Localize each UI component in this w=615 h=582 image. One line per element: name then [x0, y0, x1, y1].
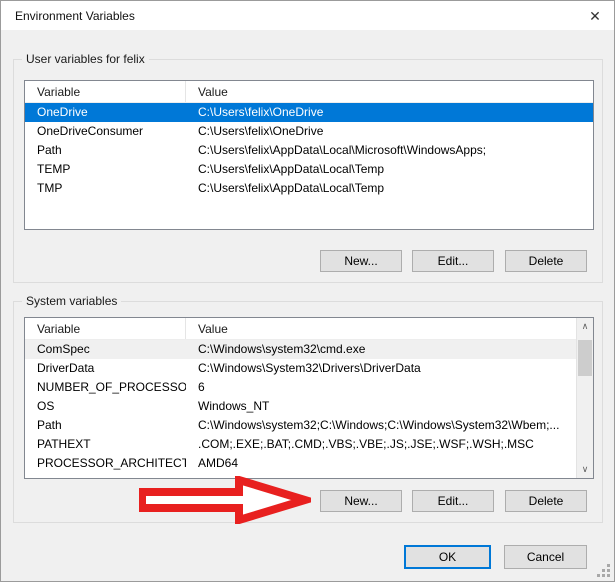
table-row[interactable]: PROCESSOR_ARCHITECTURE AMD64	[25, 454, 576, 473]
system-delete-button[interactable]: Delete	[505, 490, 587, 512]
resize-grip-icon[interactable]	[596, 563, 611, 578]
scroll-down-icon[interactable]: ∨	[577, 461, 593, 478]
column-header-value[interactable]: Value	[186, 318, 576, 339]
cell-value: C:\Users\felix\OneDrive	[186, 103, 593, 122]
cell-variable: NUMBER_OF_PROCESSORS	[25, 378, 186, 397]
vertical-scrollbar[interactable]: ∧ ∨	[576, 318, 593, 478]
table-row[interactable]: OS Windows_NT	[25, 397, 576, 416]
table-row[interactable]: DriverData C:\Windows\System32\Drivers\D…	[25, 359, 576, 378]
cell-value: C:\Users\felix\OneDrive	[186, 122, 593, 141]
cell-variable: PROCESSOR_ARCHITECTURE	[25, 454, 186, 473]
cancel-button[interactable]: Cancel	[504, 545, 587, 569]
column-header-value[interactable]: Value	[186, 81, 593, 102]
system-variables-group: System variables Variable Value ComSpec …	[13, 301, 603, 523]
cell-value: C:\Users\felix\AppData\Local\Microsoft\W…	[186, 141, 593, 160]
cell-value: C:\Windows\system32;C:\Windows;C:\Window…	[186, 416, 576, 435]
table-row[interactable]: PATHEXT .COM;.EXE;.BAT;.CMD;.VBS;.VBE;.J…	[25, 435, 576, 454]
title-bar: Environment Variables ✕	[1, 1, 614, 30]
cell-value: C:\Users\felix\AppData\Local\Temp	[186, 160, 593, 179]
column-header-variable[interactable]: Variable	[25, 81, 186, 102]
cell-variable: OneDrive	[25, 103, 186, 122]
cell-variable: PATHEXT	[25, 435, 186, 454]
cell-value: .COM;.EXE;.BAT;.CMD;.VBS;.VBE;.JS;.JSE;.…	[186, 435, 576, 454]
cell-value: C:\Users\felix\AppData\Local\Temp	[186, 179, 593, 198]
cell-value: C:\Windows\system32\cmd.exe	[186, 340, 576, 359]
scroll-up-icon[interactable]: ∧	[577, 318, 593, 335]
cell-value: AMD64	[186, 454, 576, 473]
user-edit-button[interactable]: Edit...	[412, 250, 494, 272]
ok-button[interactable]: OK	[404, 545, 491, 569]
environment-variables-dialog: Environment Variables ✕ User variables f…	[0, 0, 615, 582]
user-variables-table[interactable]: Variable Value OneDrive C:\Users\felix\O…	[24, 80, 594, 230]
cell-variable: TMP	[25, 179, 186, 198]
window-title: Environment Variables	[15, 9, 135, 23]
system-variables-table[interactable]: Variable Value ComSpec C:\Windows\system…	[24, 317, 594, 479]
cell-value: 6	[186, 378, 576, 397]
user-variables-label: User variables for felix	[22, 52, 149, 66]
user-new-button[interactable]: New...	[320, 250, 402, 272]
cell-value: C:\Windows\System32\Drivers\DriverData	[186, 359, 576, 378]
system-edit-button[interactable]: Edit...	[412, 490, 494, 512]
user-variables-group: User variables for felix Variable Value …	[13, 59, 603, 283]
table-row[interactable]: Path C:\Users\felix\AppData\Local\Micros…	[25, 141, 593, 160]
column-header-variable[interactable]: Variable	[25, 318, 186, 339]
system-variables-label: System variables	[22, 294, 121, 308]
system-new-button[interactable]: New...	[320, 490, 402, 512]
cell-variable: Path	[25, 141, 186, 160]
scrollbar-thumb[interactable]	[578, 340, 592, 376]
cell-variable: OS	[25, 397, 186, 416]
table-row[interactable]: OneDrive C:\Users\felix\OneDrive	[25, 103, 593, 122]
table-row[interactable]: OneDriveConsumer C:\Users\felix\OneDrive	[25, 122, 593, 141]
cell-variable: ComSpec	[25, 340, 186, 359]
table-row[interactable]: Path C:\Windows\system32;C:\Windows;C:\W…	[25, 416, 576, 435]
cell-value: Windows_NT	[186, 397, 576, 416]
cell-variable: TEMP	[25, 160, 186, 179]
table-header: Variable Value	[25, 318, 576, 340]
table-row[interactable]: TEMP C:\Users\felix\AppData\Local\Temp	[25, 160, 593, 179]
table-row[interactable]: ComSpec C:\Windows\system32\cmd.exe	[25, 340, 576, 359]
cell-variable: DriverData	[25, 359, 186, 378]
table-header: Variable Value	[25, 81, 593, 103]
user-delete-button[interactable]: Delete	[505, 250, 587, 272]
cell-variable: OneDriveConsumer	[25, 122, 186, 141]
cell-variable: Path	[25, 416, 186, 435]
close-icon[interactable]: ✕	[584, 5, 606, 27]
table-row[interactable]: TMP C:\Users\felix\AppData\Local\Temp	[25, 179, 593, 198]
table-row[interactable]: NUMBER_OF_PROCESSORS 6	[25, 378, 576, 397]
